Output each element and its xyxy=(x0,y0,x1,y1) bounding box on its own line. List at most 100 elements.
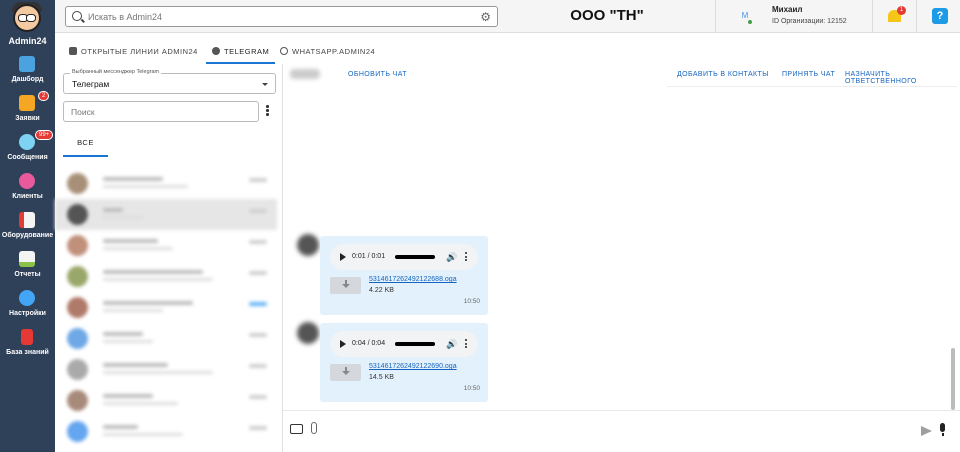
more-vertical-icon[interactable] xyxy=(465,339,468,350)
microphone-icon[interactable] xyxy=(940,423,945,436)
play-icon[interactable] xyxy=(340,253,346,261)
report-icon xyxy=(19,251,35,267)
templates-icon[interactable] xyxy=(290,424,303,434)
chat-list-item[interactable] xyxy=(55,354,277,385)
file-link[interactable]: 5314617262492122690.oga xyxy=(369,363,457,370)
send-icon[interactable] xyxy=(921,426,932,436)
search-icon xyxy=(72,11,82,21)
volume-icon[interactable]: 🔊 xyxy=(446,252,457,262)
message-bubble: 0:01 / 0:01 🔊 5314617262492122688.oga 4.… xyxy=(320,236,488,315)
sidebar-item-knowledge-base[interactable]: База знаний xyxy=(0,329,55,367)
message-input-bar xyxy=(283,410,960,452)
notifications-button[interactable]: 1 xyxy=(873,0,917,33)
chat-list-item[interactable] xyxy=(55,230,277,261)
tab-whatsapp[interactable]: WHATSAPP.ADMIN24 xyxy=(280,40,375,64)
download-icon xyxy=(342,367,350,377)
sidebar-item-settings[interactable]: Настройки xyxy=(0,290,55,328)
equipment-icon xyxy=(19,212,35,228)
organization-title: ООО "ТН" xyxy=(570,7,644,24)
clients-icon xyxy=(19,173,35,189)
sidebar-item-reports[interactable]: Отчеты xyxy=(0,251,55,289)
sidebar-item-label: Оборудование xyxy=(1,232,54,239)
online-status-dot xyxy=(748,20,752,24)
download-icon xyxy=(342,280,350,290)
whatsapp-icon xyxy=(280,47,288,55)
audio-player[interactable]: 0:04 / 0:04 🔊 xyxy=(330,331,478,357)
sidebar-item-label: Дашборд xyxy=(11,76,44,83)
tab-label: ОТКРЫТЫЕ ЛИНИИ ADMIN24 xyxy=(81,47,198,56)
tab-telegram[interactable]: TELEGRAM xyxy=(206,40,276,64)
chat-list-item[interactable] xyxy=(55,261,277,292)
sidebar-item-label: Заявки xyxy=(15,115,40,122)
chat-list-item[interactable] xyxy=(55,416,277,447)
volume-icon[interactable]: 🔊 xyxy=(446,339,457,349)
tab-label: WHATSAPP.ADMIN24 xyxy=(292,47,376,56)
messenger-select-label: Выбранный мессенджер Telegram xyxy=(70,69,162,75)
megaphone-icon xyxy=(19,95,35,111)
paperclip-icon[interactable] xyxy=(311,422,317,434)
download-button[interactable] xyxy=(330,277,361,294)
gear-icon xyxy=(19,290,35,306)
accept-chat-button[interactable]: ПРИНЯТЬ ЧАТ xyxy=(782,71,835,78)
file-size: 4.22 KB xyxy=(369,287,394,294)
tab-all-chats[interactable]: ВСЕ xyxy=(63,135,108,157)
dashboard-icon xyxy=(19,56,35,72)
search-settings-gear-icon[interactable]: ⚙ xyxy=(480,10,491,24)
audio-progress[interactable] xyxy=(395,342,435,346)
sidebar-item-dashboard[interactable]: Дашборд xyxy=(0,56,55,94)
tab-open-lines[interactable]: ОТКРЫТЫЕ ЛИНИИ ADMIN24 xyxy=(69,40,198,64)
app-logo[interactable]: Admin24 xyxy=(0,0,55,48)
audio-progress-fill xyxy=(395,342,435,346)
chat-area: ОБНОВИТЬ ЧАТ ДОБАВИТЬ В КОНТАКТЫ ПРИНЯТЬ… xyxy=(283,64,960,452)
chat-search-input[interactable] xyxy=(71,105,251,118)
book-icon xyxy=(21,329,33,345)
download-button[interactable] xyxy=(330,364,361,381)
add-to-contacts-button[interactable]: ДОБАВИТЬ В КОНТАКТЫ xyxy=(677,71,769,78)
sidebar-item-requests[interactable]: 2 Заявки xyxy=(0,91,55,133)
chat-search[interactable] xyxy=(63,101,259,122)
chat-list-item[interactable] xyxy=(55,292,277,323)
chat-contact-avatar xyxy=(290,69,320,79)
chat-list-item[interactable] xyxy=(55,323,277,354)
sidebar-item-label: Настройки xyxy=(9,310,46,317)
more-vertical-icon[interactable] xyxy=(465,252,468,263)
logo-face-icon xyxy=(13,4,41,32)
sender-avatar xyxy=(297,234,319,256)
sidebar-item-clients[interactable]: Клиенты xyxy=(0,173,55,211)
audio-progress[interactable] xyxy=(395,255,435,259)
message-time: 10:50 xyxy=(463,298,480,305)
sidebar-item-messages[interactable]: 99+ Сообщения xyxy=(0,130,55,172)
messenger-select-value: Телеграм xyxy=(72,79,110,89)
assign-responsible-button[interactable]: НАЗНАЧИТЬ ОТВЕТСТВЕННОГО xyxy=(845,71,960,85)
sidebar-item-equipment[interactable]: Оборудование xyxy=(0,212,55,250)
help-icon[interactable]: ? xyxy=(932,8,948,24)
telegram-icon xyxy=(212,47,220,55)
chevron-down-icon xyxy=(262,83,268,86)
chat-list-panel: Выбранный мессенджер Telegram Телеграм В… xyxy=(55,64,283,452)
refresh-chat-button[interactable]: ОБНОВИТЬ ЧАТ xyxy=(348,71,407,78)
messages-badge: 99+ xyxy=(35,130,54,140)
chat-scrollbar[interactable] xyxy=(951,348,955,410)
search-input[interactable] xyxy=(88,9,468,24)
play-icon[interactable] xyxy=(340,340,346,348)
file-link[interactable]: 5314617262492122688.oga xyxy=(369,276,457,283)
top-bar: ⚙ ООО "ТН" М Михаил ID Организации: 1215… xyxy=(55,0,960,33)
message-time: 10:50 xyxy=(463,385,480,392)
more-options-icon[interactable] xyxy=(266,105,270,118)
sender-avatar xyxy=(297,322,319,344)
audio-player[interactable]: 0:01 / 0:01 🔊 xyxy=(330,244,478,270)
audio-progress-fill xyxy=(395,255,435,259)
chat-list-item[interactable] xyxy=(55,199,277,230)
global-search[interactable]: ⚙ xyxy=(65,6,498,27)
user-profile[interactable]: М Михаил ID Организации: 12152 xyxy=(715,0,873,33)
sidebar-item-label: Сообщения xyxy=(7,154,48,161)
chat-bubbles-icon xyxy=(19,134,35,150)
organization-id: ID Организации: 12152 xyxy=(772,18,847,25)
chat-list-item[interactable] xyxy=(55,385,277,416)
header-divider xyxy=(667,86,957,87)
chat-header: ОБНОВИТЬ ЧАТ ДОБАВИТЬ В КОНТАКТЫ ПРИНЯТЬ… xyxy=(283,64,960,86)
tab-label: TELEGRAM xyxy=(224,47,270,56)
messenger-select[interactable]: Выбранный мессенджер Telegram Телеграм xyxy=(63,69,276,94)
chat-list-item[interactable] xyxy=(55,168,277,199)
app-name: Admin24 xyxy=(8,36,47,46)
